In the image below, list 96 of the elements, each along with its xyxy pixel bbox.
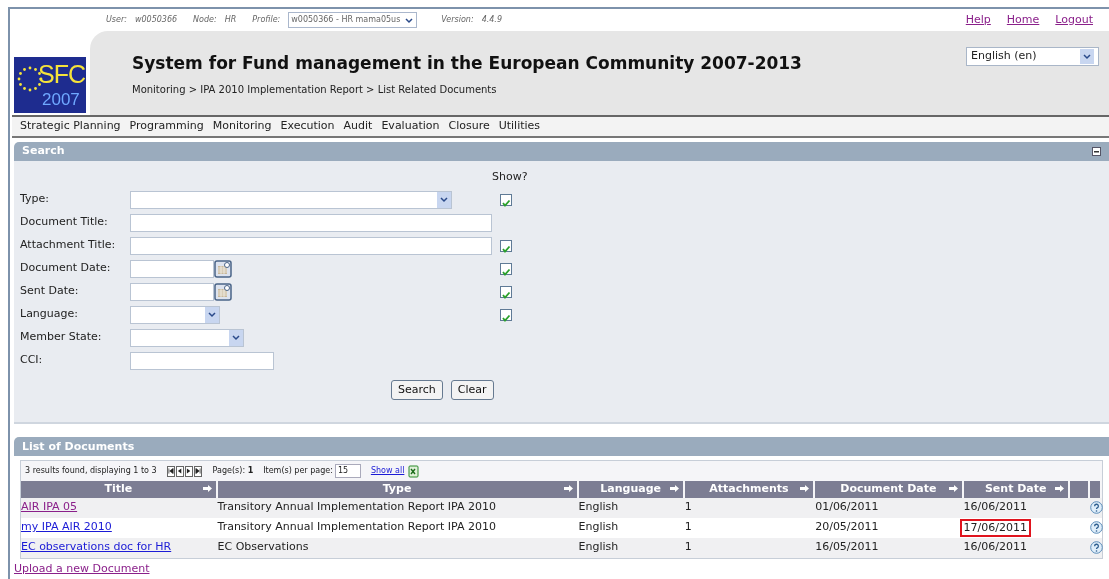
form-button[interactable]: Search [391, 379, 443, 400]
document-link[interactable]: EC observations doc for HR [21, 540, 172, 554]
sort-arrow-icon [1053, 484, 1065, 492]
calendar-icon [214, 259, 232, 278]
panel-title: Search [22, 143, 65, 160]
logo-text: SFC [38, 59, 85, 89]
field-label: Attachment Title: [20, 237, 117, 254]
text-field[interactable] [130, 213, 492, 232]
breadcrumb-trail: Monitoring > IPA 2010 Implementation Report > List Related Documents [132, 82, 498, 97]
language-select[interactable]: English (en) [966, 47, 1099, 66]
page-count: Page(s): 1 [212, 465, 254, 477]
table-cell: 1 [684, 540, 692, 554]
sort-arrow-icon [201, 484, 213, 492]
sort-arrow-icon [668, 484, 680, 492]
column-header[interactable]: Sent Date [963, 481, 1070, 498]
table-cell: 01/06/2011 [815, 500, 879, 514]
show-all-link[interactable]: Show all [370, 465, 405, 477]
field-label: Document Title: [20, 214, 109, 231]
column-header[interactable]: Type [217, 481, 579, 498]
field-label: Member State: [20, 329, 103, 346]
field-label: Document Date: [20, 260, 112, 277]
form-button[interactable]: Clear [450, 379, 494, 400]
profile-select[interactable]: w0050366 - HR mama05us [288, 12, 418, 28]
menu-item[interactable]: Execution [280, 118, 335, 135]
header-link[interactable]: Logout [1055, 11, 1093, 29]
per-page-label: Item(s) per page: [263, 465, 333, 477]
menu-item[interactable]: Evaluation [381, 118, 440, 135]
help-icon [1089, 500, 1103, 514]
field-label: Type: [20, 191, 50, 208]
table-cell: English [578, 500, 619, 514]
per-page-field[interactable]: 15 [334, 464, 361, 478]
header-link[interactable]: Help [965, 11, 991, 29]
header-link[interactable]: Home [1006, 11, 1040, 29]
text-field[interactable] [130, 351, 274, 370]
user-label: User: [106, 14, 127, 26]
document-link[interactable]: AIR IPA 05 [21, 500, 78, 514]
table-cell: 17/06/2011 [959, 518, 1031, 537]
column-header[interactable]: Attachments [684, 481, 816, 498]
menu-item[interactable]: Monitoring [212, 118, 272, 135]
next-page-icon[interactable] [184, 465, 193, 477]
user-value: w0050366 [134, 14, 178, 26]
column-header[interactable]: Language [578, 481, 685, 498]
table-cell: Transitory Annual Implementation Report IPA 2010 [217, 520, 496, 534]
table-cell: 20/05/2011 [815, 520, 879, 534]
show-checkbox[interactable] [500, 285, 512, 298]
table-cell: 16/06/2011 [963, 500, 1027, 514]
version-label: Version: [441, 14, 474, 26]
field-label: CCI: [20, 352, 44, 369]
node-value: HR [224, 14, 237, 26]
show-checkbox[interactable] [500, 308, 512, 321]
date-field[interactable] [130, 282, 214, 301]
field-label: Language: [20, 306, 79, 323]
upload-link[interactable]: Upload a new Document [14, 560, 150, 577]
sort-arrow-icon [799, 484, 811, 492]
logo-year: 2007 [42, 90, 80, 110]
menu-item[interactable]: Audit [343, 118, 373, 135]
table-cell: 16/06/2011 [963, 540, 1027, 554]
profile-label: Profile: [252, 14, 281, 26]
select-field[interactable] [130, 305, 220, 324]
menu-item[interactable]: Closure [448, 118, 490, 135]
table-cell: EC Observations [217, 540, 309, 554]
collapse-icon [1092, 147, 1101, 156]
first-page-icon[interactable] [166, 465, 175, 477]
spreadsheet-icon [408, 464, 420, 478]
calendar-icon [214, 282, 232, 301]
table-cell: Transitory Annual Implementation Report IPA 2010 [217, 500, 496, 514]
help-icon [1089, 520, 1103, 534]
table-cell: 16/05/2011 [815, 540, 879, 554]
node-label: Node: [193, 14, 217, 26]
help-icon [1089, 540, 1103, 554]
select-field[interactable] [130, 328, 244, 347]
table-cell: 1 [684, 500, 692, 514]
column-header[interactable]: Title [21, 481, 218, 498]
column-label: Show? [492, 169, 529, 185]
page-title: System for Fund management in the European Community 2007-2013 [132, 52, 803, 75]
menu-item[interactable]: Utilities [498, 118, 541, 135]
sort-arrow-icon [562, 484, 574, 492]
menu-item[interactable]: Strategic Planning [20, 118, 121, 135]
table-cell: English [578, 540, 619, 554]
column-header[interactable]: Document Date [815, 481, 964, 498]
table-cell: 1 [684, 520, 692, 534]
menu-item[interactable]: Programming [129, 118, 204, 135]
sort-arrow-icon [947, 484, 959, 492]
last-page-icon[interactable] [193, 465, 202, 477]
table-cell: English [578, 520, 619, 534]
show-checkbox[interactable] [500, 193, 512, 206]
version-value: 4.4.9 [481, 14, 502, 26]
date-field[interactable] [130, 259, 214, 278]
show-checkbox[interactable] [500, 262, 512, 275]
select-field[interactable] [130, 190, 452, 209]
field-label: Sent Date: [20, 283, 80, 300]
document-link[interactable]: my IPA AIR 2010 [21, 520, 112, 534]
panel-title: List of Documents [22, 440, 135, 453]
show-checkbox[interactable] [500, 239, 512, 252]
results-summary: 3 results found, displaying 1 to 3 [25, 465, 157, 477]
text-field[interactable] [130, 236, 492, 255]
